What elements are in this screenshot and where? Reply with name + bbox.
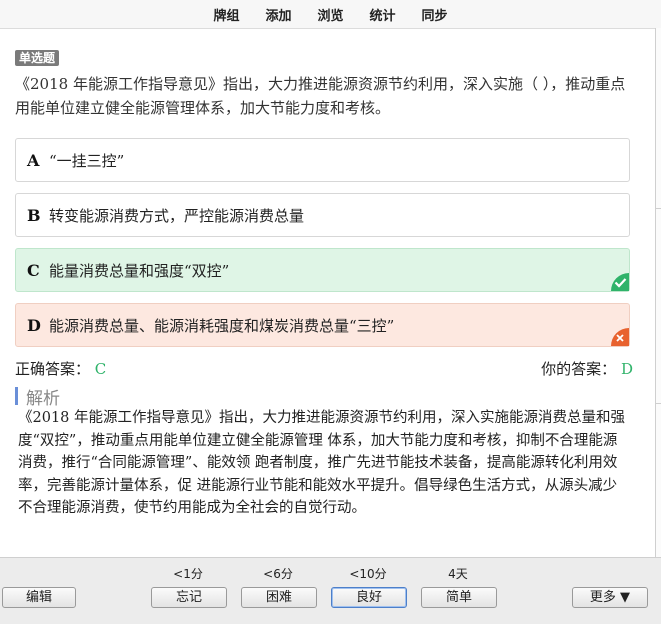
option-a[interactable]: A “一挂三控”	[15, 138, 630, 182]
check-icon	[611, 273, 629, 291]
interval-easy: 4天	[448, 567, 468, 581]
nav-decks[interactable]: 牌组	[213, 5, 239, 24]
answer-row: 正确答案： C 你的答案： D	[15, 358, 633, 378]
scrollbar-edge[interactable]	[655, 28, 661, 558]
review-bar: <1分 <6分 <10分 4天 编辑 忘记 困难 良好 简单 更多 ▼	[0, 557, 661, 624]
option-letter: D	[27, 315, 41, 335]
option-letter: C	[27, 260, 40, 280]
option-text: 能量消费总量和强度“双控”	[49, 261, 230, 280]
good-button[interactable]: 良好	[331, 587, 407, 608]
analysis-title: 解析	[26, 388, 60, 409]
nav-sync[interactable]: 同步	[422, 5, 448, 24]
analysis-header: 解析	[15, 385, 60, 409]
option-text: 转变能源消费方式，严控能源消费总量	[49, 206, 305, 225]
again-button[interactable]: 忘记	[151, 587, 227, 608]
question-type-badge: 单选题	[15, 50, 60, 66]
option-b[interactable]: B 转变能源消费方式，严控能源消费总量	[15, 193, 630, 237]
correct-answer-label: 正确答案：	[15, 360, 91, 378]
option-text: 能源消费总量、能源消耗强度和煤炭消费总量“三控”	[49, 316, 395, 335]
option-letter: B	[27, 205, 41, 225]
more-button[interactable]: 更多 ▼	[572, 587, 648, 608]
option-d[interactable]: D 能源消费总量、能源消耗强度和煤炭消费总量“三控”	[15, 303, 630, 347]
question-text: 《2018 年能源工作指导意见》指出，大力推进能源资源节约利用，深入实施（ ），…	[15, 75, 626, 117]
edit-button[interactable]: 编辑	[2, 587, 76, 608]
nav-browse[interactable]: 浏览	[317, 5, 343, 24]
interval-hard: <6分	[263, 567, 293, 581]
top-nav: 牌组 添加 浏览 统计 同步	[0, 0, 661, 29]
interval-again: <1分	[173, 567, 203, 581]
interval-good: <10分	[349, 567, 387, 581]
analysis-text: 《2018 年能源工作指导意见》指出，大力推进能源资源节约利用，深入实施能源消费…	[18, 410, 626, 516]
your-answer: 你的答案： D	[541, 358, 633, 379]
correct-answer-value: C	[94, 360, 107, 378]
analysis-accent-bar	[15, 387, 18, 405]
nav-add[interactable]: 添加	[265, 5, 291, 24]
your-answer-value: D	[620, 360, 633, 378]
easy-button[interactable]: 简单	[421, 587, 497, 608]
option-text: “一挂三控”	[49, 151, 125, 170]
option-c[interactable]: C 能量消费总量和强度“双控”	[15, 248, 630, 292]
cross-icon	[611, 328, 629, 346]
hard-button[interactable]: 困难	[241, 587, 317, 608]
your-answer-label: 你的答案：	[541, 360, 617, 378]
nav-stats[interactable]: 统计	[370, 5, 396, 24]
correct-answer: 正确答案： C	[15, 358, 106, 379]
option-letter: A	[27, 150, 40, 170]
